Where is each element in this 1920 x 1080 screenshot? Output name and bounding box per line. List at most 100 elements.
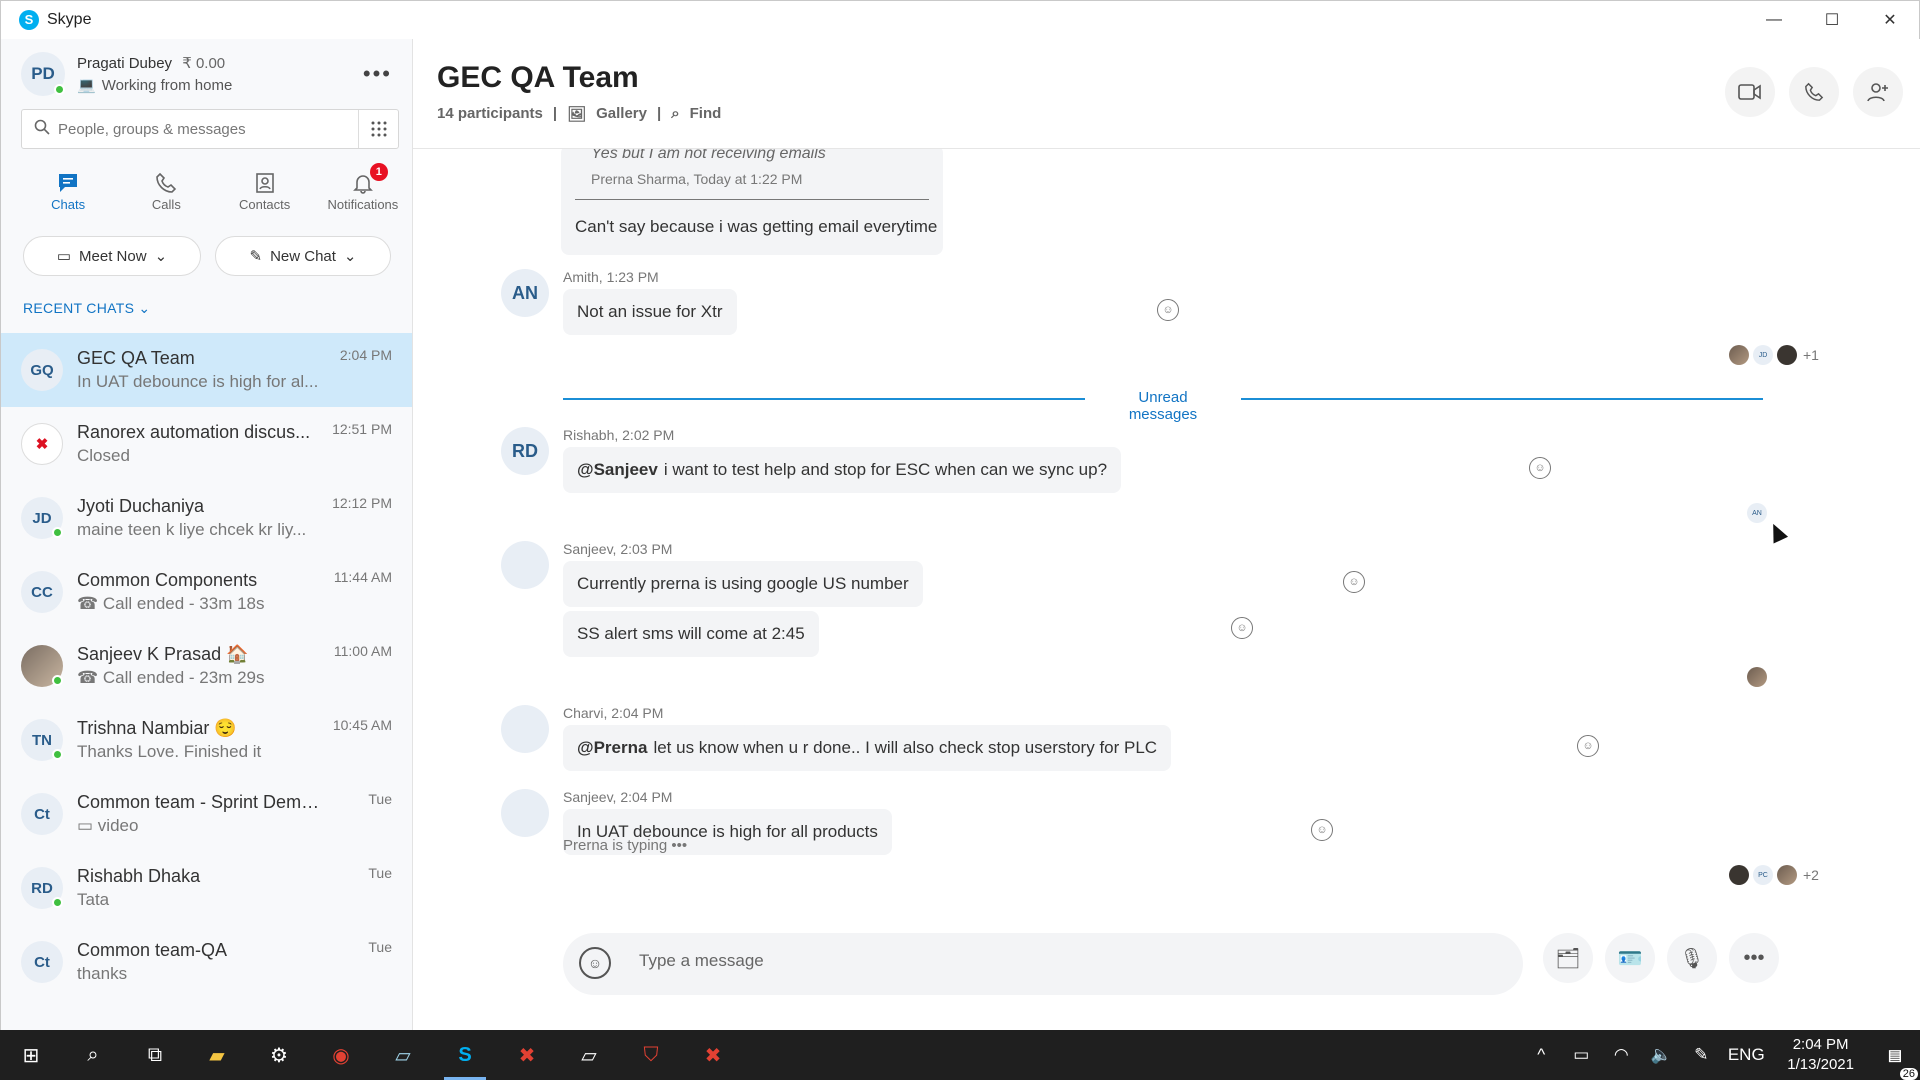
profile-balance[interactable]: ₹ 0.00 [182,55,225,72]
profile-header[interactable]: PD Pragati Dubey ₹ 0.00 💻 Working from h… [1,39,412,109]
emoji-reaction-icon[interactable]: ☺ [1343,571,1365,593]
message-bubble[interactable]: Not an issue for Xtr [563,289,737,335]
pen-icon[interactable]: ✎ [1681,1045,1721,1065]
start-button[interactable]: ⊞ [0,1030,62,1080]
read-receipts[interactable]: JD +1 [1729,345,1819,365]
mention[interactable]: @Prerna [577,738,647,758]
avatar[interactable]: PD [21,52,65,96]
emoji-reaction-icon[interactable]: ☺ [1231,617,1253,639]
list-item[interactable]: GQ GEC QA Team In UAT debounce is high fo… [1,333,412,407]
emoji-reaction-icon[interactable]: ☺ [1311,819,1333,841]
tab-contacts[interactable]: Contacts [216,169,314,212]
avatar[interactable] [501,541,549,589]
dialpad-icon[interactable] [358,110,398,148]
search-button[interactable]: ⌕ [62,1030,124,1080]
list-item[interactable]: Sanjeev K Prasad 🏠 ☎ Call ended - 23m 29s… [1,629,412,703]
video-call-button[interactable] [1725,67,1775,117]
emoji-button[interactable]: ☺ [579,947,611,979]
ranorex-button[interactable]: ✖ [496,1030,558,1080]
avatar: GQ [21,349,63,391]
profile-status[interactable]: Working from home [102,77,233,94]
tab-label: Notifications [327,197,399,212]
share-contact-button[interactable]: 🪪 [1605,933,1655,983]
tab-calls[interactable]: Calls [117,169,215,212]
sidebar: PD Pragati Dubey ₹ 0.00 💻 Working from h… [1,39,413,1031]
message-bubble[interactable]: Currently prerna is using google US numb… [563,561,923,607]
skype-logo-icon: S [458,1043,472,1066]
gallery-link[interactable]: Gallery [596,105,647,123]
settings-button[interactable]: ⚙ [248,1030,310,1080]
battery-icon[interactable]: ▭ [1561,1045,1601,1065]
app-button[interactable]: ▱ [372,1030,434,1080]
clock[interactable]: 2:04 PM 1/13/2021 [1771,1035,1870,1075]
list-item[interactable]: Ct Common team-QA thanks Tue [1,925,412,999]
emoji-reaction-icon[interactable]: ☺ [1157,299,1179,321]
conversation-header: GEC QA Team 14 participants | 🖼 Gallery … [413,39,1920,149]
new-chat-button[interactable]: ✎ New Chat ⌄ [215,236,391,276]
chevron-up-icon[interactable]: ^ [1521,1045,1561,1065]
record-voice-button[interactable]: 🎙 [1667,933,1717,983]
divider [563,398,1085,400]
quoted-message[interactable]: Yes but I am not receiving emails Prerna… [561,149,943,255]
tab-label: Contacts [238,197,291,212]
read-receipts[interactable]: PC +2 [1729,865,1819,885]
page-title[interactable]: GEC QA Team [437,61,639,95]
app-button[interactable]: ▱ [558,1030,620,1080]
message-bubble[interactable]: @Sanjeev i want to test help and stop for… [563,447,1122,493]
message-bubble[interactable]: SS alert sms will come at 2:45 [563,611,819,657]
file-explorer-button[interactable]: ▰ [186,1030,248,1080]
meet-now-button[interactable]: ▭ Meet Now ⌄ [23,236,201,276]
tab-notifications[interactable]: 1 Notifications [314,163,412,212]
avatar[interactable]: AN [501,269,549,317]
search-input[interactable] [58,120,338,138]
avatar[interactable] [501,789,549,837]
avatar[interactable]: RD [501,427,549,475]
recent-chats-header[interactable]: RECENT CHATS ⌄ [23,300,412,317]
volume-icon[interactable]: 🔈 [1641,1045,1681,1065]
language-indicator[interactable]: ENG [1721,1045,1771,1065]
avatar[interactable] [501,705,549,753]
skype-logo-icon: S [19,10,39,30]
list-item[interactable]: ✖ Ranorex automation discus... Closed 12:… [1,407,412,481]
add-people-button[interactable] [1853,67,1903,117]
avatar-initials: GQ [30,361,54,379]
emoji-reaction-icon[interactable]: ☺ [1577,735,1599,757]
list-item[interactable]: TN Trishna Nambiar 😌 Thanks Love. Finishe… [1,703,412,777]
message-meta: Amith, 1:23 PM [563,269,659,285]
skype-taskbar-button[interactable]: S [434,1030,496,1080]
list-item[interactable]: Ct Common team - Sprint Demo d... ▭ video… [1,777,412,851]
window-controls: — ☐ ✕ [1745,1,1919,39]
action-center-button[interactable]: 26 ▤ [1870,1046,1920,1080]
tab-chats[interactable]: Chats [19,169,117,212]
more-options-icon[interactable]: ••• [363,61,392,87]
task-view-button[interactable]: ⧉ [124,1030,186,1080]
chrome-button[interactable]: ◉ [310,1030,372,1080]
read-receipts[interactable]: AN [1747,503,1767,523]
close-button[interactable]: ✕ [1861,1,1919,39]
mention[interactable]: @Sanjeev [577,460,658,480]
audio-call-button[interactable] [1789,67,1839,117]
divider [575,199,929,200]
ranorex-button[interactable]: ✖ [682,1030,744,1080]
app-icon: ▱ [395,1044,411,1067]
participants-link[interactable]: 14 participants [437,105,543,123]
list-item[interactable]: CC Common Components ☎ Call ended - 33m 1… [1,555,412,629]
message-input[interactable] [639,951,1479,971]
minimize-button[interactable]: — [1745,1,1803,39]
share-media-button[interactable]: 🗂 [1543,933,1593,983]
list-item[interactable]: JD Jyoti Duchaniya maine teen k liye chce… [1,481,412,555]
read-receipts[interactable] [1747,667,1767,687]
task-view-icon: ⧉ [147,1043,163,1066]
maximize-button[interactable]: ☐ [1803,1,1861,39]
avatar [21,645,63,687]
list-item[interactable]: RD Rishabh Dhaka Tata Tue [1,851,412,925]
emoji-reaction-icon[interactable]: ☺ [1529,457,1551,479]
mcafee-button[interactable]: ⛉ [620,1030,682,1080]
message-bubble[interactable]: @Prerna let us know when u r done.. I wil… [563,725,1172,771]
more-options-button[interactable]: ••• [1729,933,1779,983]
find-link[interactable]: Find [690,105,722,123]
scrollbar[interactable] [1893,299,1899,949]
gallery-icon: 🖼 [567,106,587,123]
wifi-icon[interactable]: ◠ [1601,1045,1641,1065]
unread-divider: Unread messages [563,389,1763,423]
